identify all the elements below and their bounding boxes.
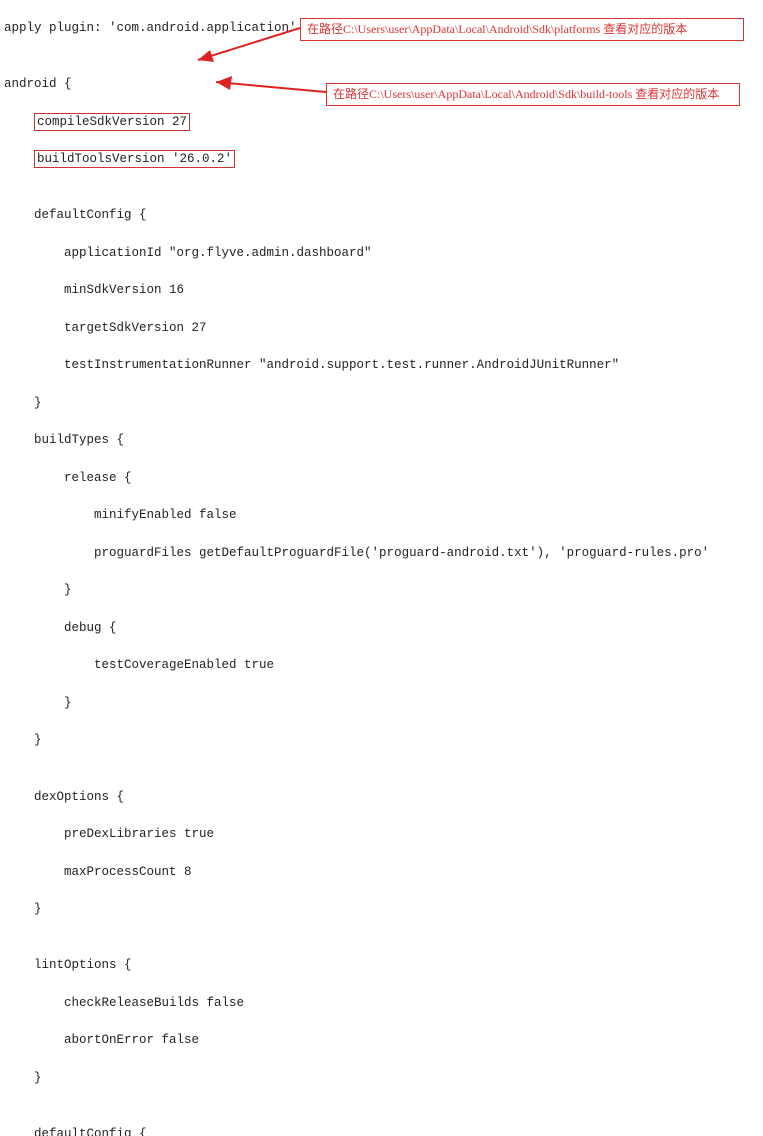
code-line: lintOptions {: [4, 956, 763, 975]
annotation-buildtools: 在路径C:\Users\user\AppData\Local\Android\S…: [326, 83, 740, 106]
code-line: }: [4, 900, 763, 919]
code-line: abortOnError false: [4, 1031, 763, 1050]
code-line: targetSdkVersion 27: [4, 319, 763, 338]
code-line: minifyEnabled false: [4, 506, 763, 525]
code-line: proguardFiles getDefaultProguardFile('pr…: [4, 544, 763, 563]
highlight-buildtools: buildToolsVersion '26.0.2': [34, 150, 235, 168]
code-line: maxProcessCount 8: [4, 863, 763, 882]
code-line: preDexLibraries true: [4, 825, 763, 844]
code-line: compileSdkVersion 27: [4, 113, 763, 132]
code-line: buildTypes {: [4, 431, 763, 450]
highlight-compilesdk: compileSdkVersion 27: [34, 113, 190, 131]
code-line: }: [4, 394, 763, 413]
code-line: checkReleaseBuilds false: [4, 994, 763, 1013]
code-line: defaultConfig {: [4, 1125, 763, 1136]
code-line: }: [4, 1069, 763, 1088]
annotation-platforms: 在路径C:\Users\user\AppData\Local\Android\S…: [300, 18, 744, 41]
code-line: }: [4, 581, 763, 600]
code-line: debug {: [4, 619, 763, 638]
code-line: }: [4, 731, 763, 750]
code-line: buildToolsVersion '26.0.2': [4, 150, 763, 169]
code-line: minSdkVersion 16: [4, 281, 763, 300]
code-line: defaultConfig {: [4, 206, 763, 225]
code-line: testCoverageEnabled true: [4, 656, 763, 675]
code-line: testInstrumentationRunner "android.suppo…: [4, 356, 763, 375]
code-line: applicationId "org.flyve.admin.dashboard…: [4, 244, 763, 263]
code-line: }: [4, 694, 763, 713]
code-line: dexOptions {: [4, 788, 763, 807]
code-line: release {: [4, 469, 763, 488]
